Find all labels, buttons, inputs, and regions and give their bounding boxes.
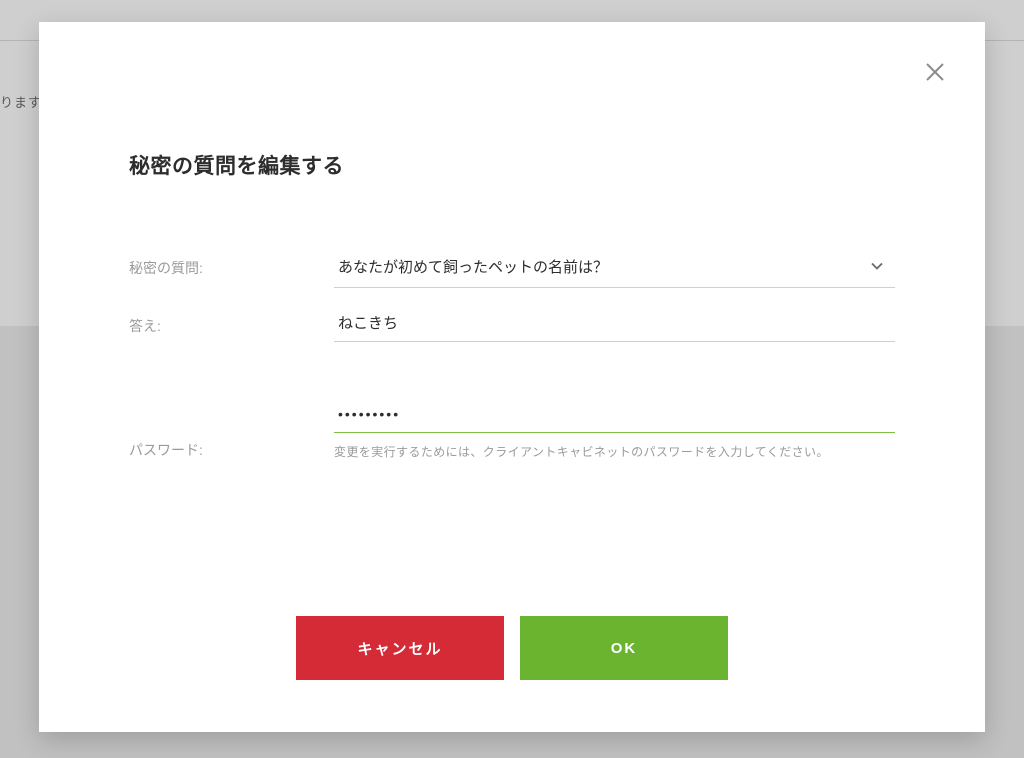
password-input[interactable] (334, 400, 895, 433)
question-row: 秘密の質問: あなたが初めて飼ったペットの名前は？ (129, 250, 895, 288)
modal-title: 秘密の質問を編集する (129, 150, 895, 180)
question-select[interactable]: あなたが初めて飼ったペットの名前は？ (334, 250, 895, 288)
edit-secret-question-modal: 秘密の質問を編集する 秘密の質問: あなたが初めて飼ったペットの名前は？ 答え: (39, 22, 985, 732)
password-row: パスワード: 変更を実行するためには、クライアントキャビネットのパスワードを入力… (129, 400, 895, 460)
password-hint: 変更を実行するためには、クライアントキャビネットのパスワードを入力してください。 (334, 443, 895, 460)
ok-button[interactable]: OK (520, 616, 728, 680)
modal-buttons: キャンセル OK (39, 616, 985, 680)
question-label: 秘密の質問: (129, 250, 334, 278)
answer-input[interactable] (334, 308, 895, 342)
close-button[interactable] (923, 60, 947, 84)
password-label: パスワード: (129, 400, 334, 460)
question-select-value: あなたが初めて飼ったペットの名前は？ (338, 259, 608, 276)
answer-row: 答え: (129, 308, 895, 342)
cancel-button[interactable]: キャンセル (296, 616, 504, 680)
chevron-down-icon (867, 256, 887, 281)
close-icon (923, 60, 947, 84)
answer-label: 答え: (129, 308, 334, 336)
